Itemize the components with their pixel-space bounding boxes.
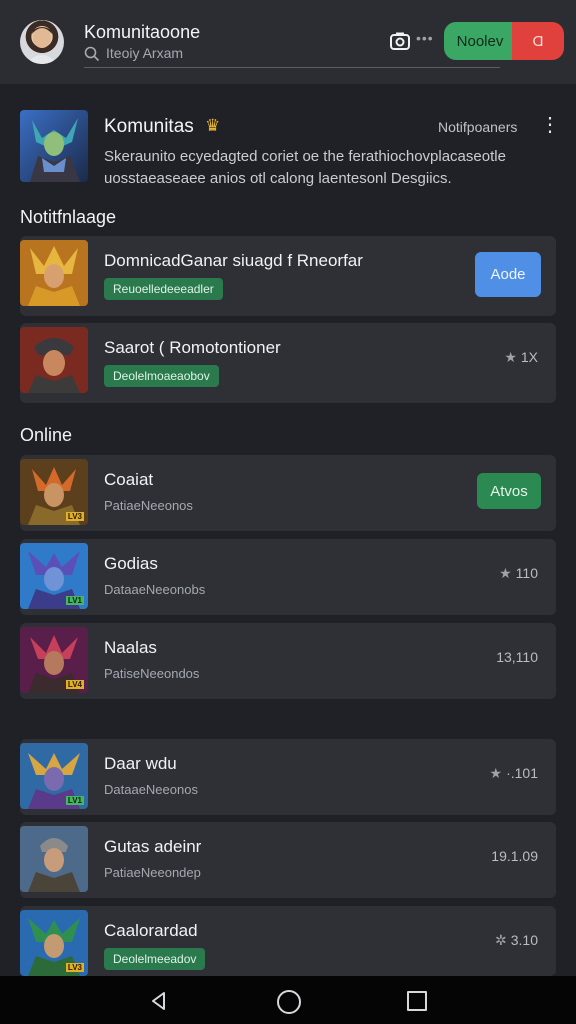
community-name: Komunitas xyxy=(104,116,194,137)
notification-item[interactable]: DomnicadGanar siuagd f Rneorfar Reuoelle… xyxy=(20,236,556,316)
member-row[interactable]: LV1 Godias DataaeNeeonobs ★ 110 xyxy=(20,539,556,615)
member-tag: Deolelmeeadov xyxy=(104,948,206,970)
home-icon[interactable] xyxy=(277,990,301,1014)
star-icon: ★ xyxy=(504,349,517,365)
section-notifications: Notitfnlaage xyxy=(20,207,117,227)
member-status: PatiaeNeeondep xyxy=(104,865,201,880)
member-avatar: LV1 xyxy=(20,543,88,609)
level-badge: LV4 xyxy=(65,680,84,689)
member-name: Caalorardad xyxy=(104,921,198,940)
search-field[interactable]: Iteoiy Arxam xyxy=(84,43,500,68)
notification-title: DomnicadGanar siuagd f Rneorfar xyxy=(104,251,363,270)
notification-title: Saarot ( Romotontioner xyxy=(104,338,281,357)
crown-icon: ♛ xyxy=(205,116,221,135)
more-dots[interactable]: ••• xyxy=(416,30,434,46)
member-row[interactable]: LV3 Coaiat PatiaeNeeonos Atvos xyxy=(20,455,556,531)
member-row[interactable]: LV4 Naalas PatiseNeeondos 13,110 xyxy=(20,623,556,699)
level-badge: LV3 xyxy=(65,963,84,972)
user-avatar[interactable] xyxy=(20,20,64,64)
level-badge: LV1 xyxy=(65,796,84,805)
member-status: PatiaeNeeonos xyxy=(104,498,193,513)
member-meta: 19.1.09 xyxy=(491,848,538,864)
star-icon: ★ xyxy=(489,765,503,781)
notifications-link[interactable]: Notifpoaners xyxy=(438,119,517,135)
member-status: DataaeNeeonobs xyxy=(104,582,206,597)
notification-image xyxy=(20,327,88,393)
member-meta: ✲ 3.10 xyxy=(495,932,538,949)
notification-tag: Deolelmoaeaobov xyxy=(104,365,219,387)
member-avatar: LV3 xyxy=(20,910,88,976)
member-status: PatiseNeeondos xyxy=(104,666,200,681)
star-icon: ✲ xyxy=(495,932,507,948)
member-meta: ★ ·.101 xyxy=(490,765,538,782)
member-row[interactable]: LV1 Daar wdu DataaeNeeonos ★ ·.101 xyxy=(20,739,556,815)
back-icon[interactable] xyxy=(148,990,170,1012)
member-meta: ★ 110 xyxy=(499,565,538,582)
top-header: Komunitaoone Iteoiy Arxam ••• Noolev Ɑ xyxy=(0,0,576,84)
notification-item[interactable]: Saarot ( Romotontioner Deolelmoaeaobov ★… xyxy=(20,323,556,403)
meta-value: ·.101 xyxy=(506,765,538,781)
notification-meta: ★ 1X xyxy=(504,349,538,366)
system-nav-bar xyxy=(0,976,576,1024)
member-name: Naalas xyxy=(104,638,157,657)
recents-icon[interactable] xyxy=(407,991,427,1011)
camera-icon[interactable] xyxy=(390,32,410,50)
meta-value: 110 xyxy=(515,565,538,581)
decline-button[interactable]: Ɑ xyxy=(512,22,564,60)
action-button[interactable]: Aode xyxy=(475,252,541,297)
community-description: Skeraunito ecyedagted coriet oe the fera… xyxy=(104,148,506,187)
member-row[interactable]: Gutas adeinr PatiaeNeeondep 19.1.09 xyxy=(20,822,556,898)
meta-value: 1X xyxy=(520,349,538,365)
member-name: Gutas adeinr xyxy=(104,837,202,856)
member-meta: 13,110 xyxy=(496,649,538,665)
community-image xyxy=(20,110,88,182)
meta-value: 3.10 xyxy=(510,932,538,948)
action-button[interactable]: Atvos xyxy=(477,473,541,509)
notification-image xyxy=(20,240,88,306)
member-avatar xyxy=(20,826,88,892)
member-avatar: LV3 xyxy=(20,459,88,525)
star-icon: ★ xyxy=(499,565,512,581)
community-title: Komunitaoone xyxy=(84,22,201,42)
accept-button[interactable]: Noolev xyxy=(444,22,516,60)
more-vertical-icon[interactable]: ⋮ xyxy=(540,115,560,135)
notification-tag: Reuoelledeeeadler xyxy=(104,278,223,300)
member-row[interactable]: LV3 Caalorardad Deolelmeeadov ✲ 3.10 xyxy=(20,906,556,976)
search-icon xyxy=(84,46,100,62)
member-name: Coaiat xyxy=(104,470,154,489)
section-online: Online xyxy=(20,425,73,445)
level-badge: LV3 xyxy=(65,512,84,521)
search-text: Iteoiy Arxam xyxy=(106,45,184,61)
member-avatar: LV1 xyxy=(20,743,88,809)
community-card[interactable]: Komunitas ♛ Notifpoaners ⋮ Skeraunito ec… xyxy=(20,110,560,190)
member-status: DataaeNeeonos xyxy=(104,782,198,797)
member-avatar: LV4 xyxy=(20,627,88,693)
member-name: Godias xyxy=(104,554,158,573)
level-badge: LV1 xyxy=(65,596,84,605)
member-name: Daar wdu xyxy=(104,754,177,773)
